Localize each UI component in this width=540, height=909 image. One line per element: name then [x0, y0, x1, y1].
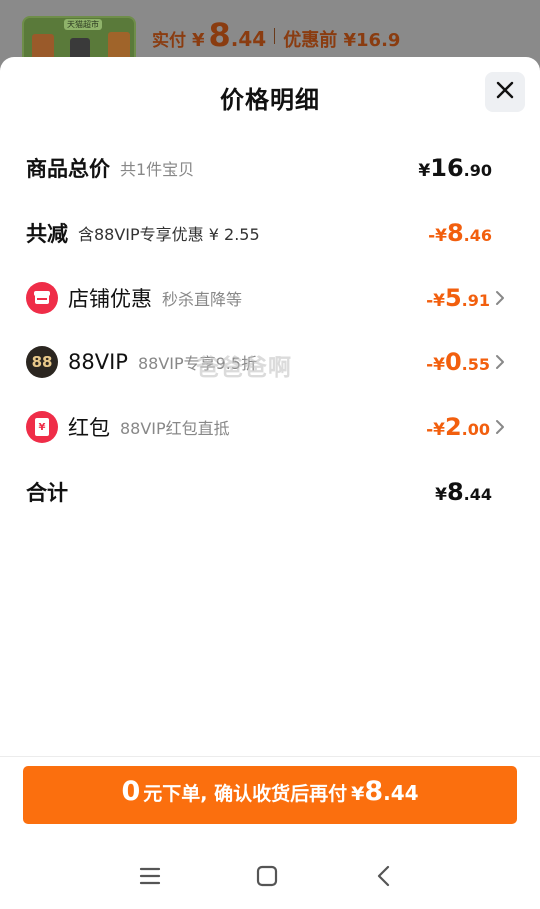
row-amount: ¥8.44	[435, 478, 492, 506]
chevron-right-icon	[490, 351, 510, 373]
menu-button[interactable]	[132, 860, 168, 896]
row-sublabel: 共1件宝贝	[120, 160, 195, 179]
close-button[interactable]	[485, 72, 525, 112]
row-label: 合计	[26, 481, 68, 505]
chevron-right-icon	[490, 287, 510, 309]
back-icon	[375, 865, 393, 891]
row-label: 店铺优惠	[68, 287, 152, 311]
back-button[interactable]	[366, 860, 402, 896]
row-sublabel: 含88VIP专享优惠 ¥ 2.55	[78, 225, 260, 244]
home-icon	[256, 865, 278, 891]
row-label: 88VIP	[68, 350, 128, 374]
paid-label: 实付	[152, 31, 186, 51]
red-packet-icon: ¥	[26, 411, 58, 443]
row-sublabel: 88VIP红包直抵	[120, 419, 230, 438]
row-label: 商品总价	[26, 157, 110, 181]
thumbnail-label: 天猫超市	[64, 19, 102, 30]
row-amount: -¥ 5.91	[426, 284, 490, 312]
row-red-packet[interactable]: ¥ 红包 88VIP红包直抵 -¥ 2.00	[26, 407, 516, 447]
close-icon	[495, 80, 515, 104]
price-before-discount: 优惠前 ¥16.9	[283, 30, 401, 51]
background-price: 实付 ¥ 8 .44 优惠前 ¥16.9	[152, 16, 401, 54]
home-button[interactable]	[249, 860, 285, 896]
row-amount: ¥16.90	[418, 154, 492, 182]
row-total-discount: 共减 含88VIP专享优惠 ¥ 2.55 -¥ 8.46	[26, 213, 516, 253]
system-nav-bar	[0, 852, 540, 902]
chevron-right-icon	[490, 416, 510, 438]
row-label: 共减	[26, 222, 68, 246]
row-label: 红包	[68, 416, 110, 440]
divider	[0, 756, 540, 757]
price-detail-sheet: 价格明细 商品总价 共1件宝贝 ¥16.90 共减 含88VIP专享优惠 ¥ 2…	[0, 57, 540, 909]
shop-icon	[26, 282, 58, 314]
row-amount: -¥ 8.46	[428, 219, 492, 247]
checkout-button[interactable]: 0 元下单, 确认收货后再付 ¥ 8 .44	[23, 766, 517, 824]
88vip-icon: 88	[26, 346, 58, 378]
row-goods-total: 商品总价 共1件宝贝 ¥16.90	[26, 148, 516, 188]
menu-icon	[139, 866, 161, 890]
row-grand-total: 合计 ¥8.44	[26, 472, 516, 512]
row-amount: -¥ 2.00	[426, 413, 490, 441]
row-sublabel: 秒杀直降等	[162, 290, 243, 309]
row-amount: -¥ 0.55	[426, 348, 490, 376]
sheet-title: 价格明细	[220, 86, 320, 114]
watermark: 爸爸爸啊	[196, 355, 292, 381]
row-shop-discount[interactable]: 店铺优惠 秒杀直降等 -¥ 5.91	[26, 278, 516, 318]
